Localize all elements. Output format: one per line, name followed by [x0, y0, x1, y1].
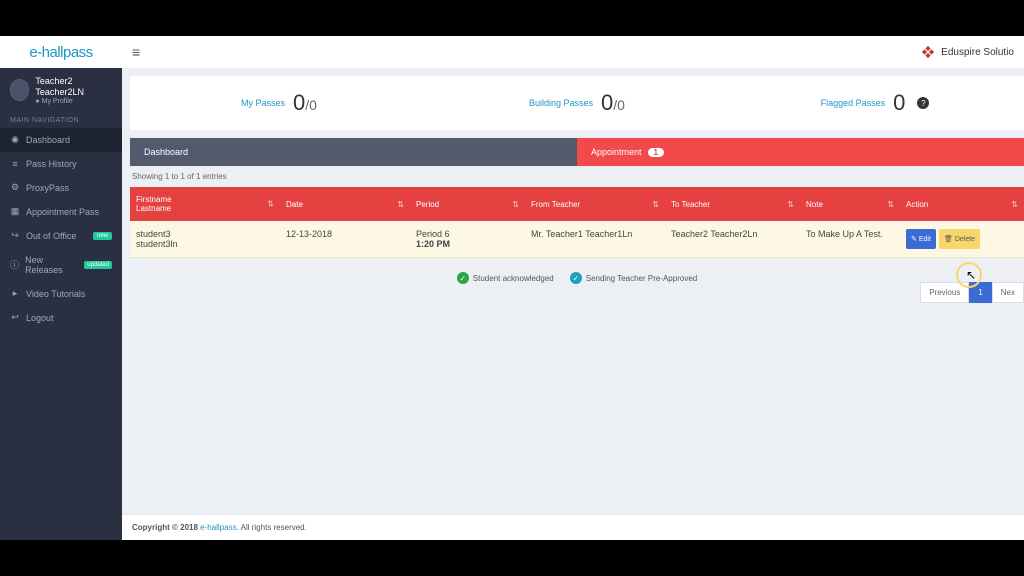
table-header: FirstnameLastname⇅ Date⇅ Period⇅ From Te… — [130, 187, 1024, 221]
video-icon: ▸ — [10, 289, 20, 299]
new-badge: new — [93, 232, 112, 240]
tab-dashboard[interactable]: Dashboard — [130, 138, 577, 166]
legend-preapproved: ✓Sending Teacher Pre-Approved — [570, 272, 697, 284]
sort-icon: ⇅ — [397, 200, 404, 209]
sidebar-item-logout[interactable]: ↩Logout — [0, 306, 122, 330]
pagination: Previous 1 Nex — [920, 282, 1024, 303]
sort-icon: ⇅ — [887, 200, 894, 209]
table-row: student3student3ln 12-13-2018 Period 61:… — [130, 221, 1024, 258]
stat-building-passes: Building Passes 0/0 — [428, 76, 726, 130]
profile-link[interactable]: ● My Profile — [35, 98, 112, 105]
col-name[interactable]: FirstnameLastname⇅ — [130, 187, 280, 221]
sort-icon: ⇅ — [652, 200, 659, 209]
letterbox-bottom — [0, 540, 1024, 576]
sort-icon: ⇅ — [512, 200, 519, 209]
dashboard-icon: ◉ — [10, 135, 20, 145]
col-period[interactable]: Period⇅ — [410, 187, 525, 221]
legend: ✓Student acknowledged ✓Sending Teacher P… — [130, 258, 1024, 298]
table-info: Showing 1 to 1 of 1 entries — [130, 166, 1024, 187]
footer: Copyright © 2018 e-hallpass. All rights … — [122, 514, 1024, 540]
appointments-table: FirstnameLastname⇅ Date⇅ Period⇅ From Te… — [130, 187, 1024, 258]
stat-my-passes: My Passes 0/0 — [130, 76, 428, 130]
history-icon: ≡ — [10, 159, 20, 169]
sidebar-item-new-releases[interactable]: ⓘNew Releasesupdated — [0, 248, 122, 282]
check-icon: ✓ — [457, 272, 469, 284]
sort-icon: ⇅ — [267, 200, 274, 209]
main-content: ≡ Eduspire Solutio My Passes 0/0 Buildin… — [122, 36, 1024, 540]
sidebar-item-video-tutorials[interactable]: ▸Video Tutorials — [0, 282, 122, 306]
footer-brand-link[interactable]: e-hallpass. — [200, 523, 239, 532]
profile-name: Teacher2 Teacher2LN — [35, 76, 112, 98]
legend-acknowledged: ✓Student acknowledged — [457, 272, 554, 284]
cell-date: 12-13-2018 — [280, 221, 410, 257]
logo[interactable]: e-hallpass — [29, 44, 92, 61]
sidebar-item-pass-history[interactable]: ≡Pass History — [0, 152, 122, 176]
out-icon: ↪ — [10, 231, 20, 241]
profile-block[interactable]: Teacher2 Teacher2LN ● My Profile — [0, 68, 122, 113]
letterbox-top — [0, 0, 1024, 36]
stats-row: My Passes 0/0 Building Passes 0/0 Flagge… — [130, 76, 1024, 130]
calendar-icon: ▦ — [10, 207, 20, 217]
edit-button[interactable]: ✎ Edit — [906, 229, 936, 249]
tabs: Dashboard Appointment 1 — [130, 138, 1024, 166]
delete-button[interactable]: 🗑 Delete — [939, 229, 980, 249]
help-icon[interactable]: ? — [917, 97, 929, 109]
sidebar-item-out-of-office[interactable]: ↪Out of Officenew — [0, 224, 122, 248]
cell-from: Mr. Teacher1 Teacher1Ln — [525, 221, 665, 257]
brand-right[interactable]: Eduspire Solutio — [921, 45, 1014, 59]
appointment-count-badge: 1 — [648, 148, 664, 157]
sort-icon: ⇅ — [787, 200, 794, 209]
page-1-button[interactable]: 1 — [969, 282, 991, 303]
cell-name: student3student3ln — [130, 221, 280, 257]
nav-header: MAIN NAVIGATION — [0, 113, 122, 128]
logout-icon: ↩ — [10, 313, 20, 323]
check-icon: ✓ — [570, 272, 582, 284]
sidebar-item-appointment-pass[interactable]: ▦Appointment Pass — [0, 200, 122, 224]
col-note[interactable]: Note⇅ — [800, 187, 900, 221]
releases-icon: ⓘ — [10, 260, 19, 270]
col-from[interactable]: From Teacher⇅ — [525, 187, 665, 221]
tab-appointment[interactable]: Appointment 1 — [577, 138, 1024, 166]
stat-flagged-passes: Flagged Passes 0 ? — [726, 76, 1024, 130]
col-action[interactable]: Action⇅ — [900, 187, 1024, 221]
cell-period: Period 61:20 PM — [410, 221, 525, 257]
logo-area: e-hallpass — [0, 36, 122, 68]
prev-button[interactable]: Previous — [920, 282, 969, 303]
cell-action: ✎ Edit 🗑 Delete — [900, 221, 1024, 257]
sidebar-item-dashboard[interactable]: ◉Dashboard — [0, 128, 122, 152]
cell-note: To Make Up A Test. — [800, 221, 900, 257]
sidebar: Teacher2 Teacher2LN ● My Profile MAIN NA… — [0, 36, 122, 540]
cell-to: Teacher2 Teacher2Ln — [665, 221, 800, 257]
hamburger-icon[interactable]: ≡ — [132, 44, 140, 60]
avatar — [10, 79, 29, 101]
col-to[interactable]: To Teacher⇅ — [665, 187, 800, 221]
sidebar-item-proxypass[interactable]: ⚙ProxyPass — [0, 176, 122, 200]
topbar: ≡ Eduspire Solutio — [122, 36, 1024, 68]
updated-badge: updated — [84, 261, 112, 269]
next-button[interactable]: Nex — [992, 282, 1024, 303]
col-date[interactable]: Date⇅ — [280, 187, 410, 221]
proxy-icon: ⚙ — [10, 183, 20, 193]
sort-icon: ⇅ — [1011, 200, 1018, 209]
brand-icon — [921, 45, 935, 59]
